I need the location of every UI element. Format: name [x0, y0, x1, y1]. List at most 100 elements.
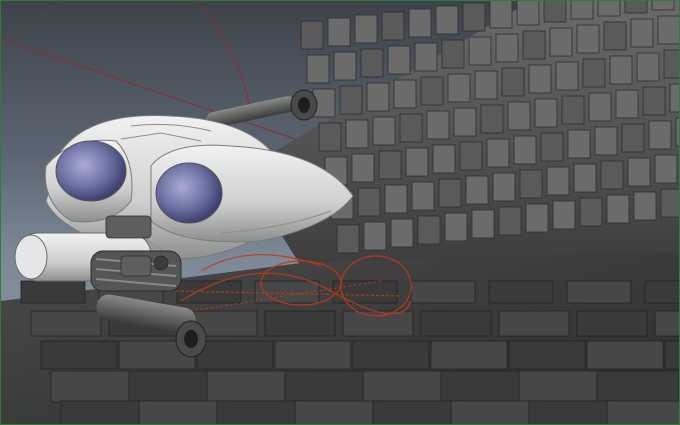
floor-panel [264, 310, 336, 337]
floor-panel [206, 370, 290, 403]
floor-panel [488, 280, 554, 304]
wall-panel [657, 15, 679, 45]
floor-panel [596, 370, 679, 403]
wall-panel [387, 45, 411, 75]
floor-panel [644, 280, 679, 304]
wall-panel [651, 1, 675, 11]
wall-panel [516, 1, 540, 26]
wall-panel [435, 5, 459, 35]
wall-panel [582, 58, 606, 88]
3d-viewport[interactable] [0, 0, 680, 425]
wall-panel [468, 36, 492, 66]
wall-panel [339, 85, 363, 115]
wall-panel [675, 117, 679, 147]
wall-panel [306, 54, 330, 84]
wall-panel [384, 184, 408, 214]
wall-panel [570, 1, 594, 20]
wall-panel [534, 98, 558, 128]
floor-panel [362, 370, 446, 403]
wall-panel [405, 147, 429, 177]
floor-panel [20, 280, 86, 304]
wall-panel [621, 123, 645, 153]
floor-panel [372, 400, 462, 424]
right-dome [155, 162, 223, 224]
wall-panel [447, 73, 471, 103]
wall-panel [363, 221, 387, 251]
wall-panel [480, 104, 504, 134]
wall-panel [513, 135, 537, 165]
wall-panel [354, 14, 378, 44]
wall-panel [669, 83, 679, 113]
floor-panel [284, 370, 368, 403]
floor-panel [576, 310, 648, 337]
floor-panel [518, 370, 602, 403]
wall-panel [459, 141, 483, 171]
floor-panel [40, 340, 118, 370]
wall-panel [495, 33, 519, 63]
wall-panel [411, 181, 435, 211]
floor-panel [498, 310, 570, 337]
floor-panel [586, 340, 664, 370]
wall-panel [462, 2, 486, 32]
wall-panel [501, 67, 525, 97]
wall-panel [609, 55, 633, 85]
wall-panel [606, 194, 630, 224]
floor-panel [30, 310, 102, 337]
wall-panel [600, 160, 624, 190]
wall-panel [492, 172, 516, 202]
wall-panel [522, 30, 546, 60]
wall-panel [327, 17, 351, 47]
wall-panel [381, 11, 405, 41]
wall-panel [372, 116, 396, 146]
left-dome [55, 140, 127, 202]
wall-panel [366, 82, 390, 112]
floor-panel [342, 310, 414, 337]
floor-panel [60, 400, 150, 424]
wall-panel [498, 206, 522, 236]
wall-panel [345, 119, 369, 149]
wall-panel [420, 76, 444, 106]
wall-panel [633, 191, 657, 221]
wall-panel [471, 209, 495, 239]
floor-panel [352, 340, 430, 370]
wall-panel [393, 79, 417, 109]
wall-panel [444, 212, 468, 242]
wall-panel [648, 120, 672, 150]
floor-panel [410, 280, 476, 304]
floor-panel [440, 370, 524, 403]
wall-panel [507, 101, 531, 131]
wall-panel [630, 18, 654, 48]
wall-panel [624, 1, 648, 14]
wall-panel [525, 203, 549, 233]
wall-panel [441, 39, 465, 69]
floor-panel [196, 340, 274, 370]
wall-panel [546, 166, 570, 196]
wall-panel [414, 42, 438, 72]
wall-panel [561, 95, 585, 125]
wall-panel [489, 1, 513, 29]
wall-panel [474, 70, 498, 100]
floor-panel [654, 310, 679, 337]
wall-panel [408, 8, 432, 38]
floor-panel [294, 400, 384, 424]
wall-panel [357, 187, 381, 217]
wall-panel [432, 144, 456, 174]
floor-panel [216, 400, 306, 424]
floor-panel [508, 340, 586, 370]
wall-panel [438, 178, 462, 208]
wall-panel [615, 89, 639, 119]
wall-panel [399, 113, 423, 143]
floor-panel [606, 400, 679, 424]
floor-panel [138, 400, 228, 424]
wall-panel [519, 169, 543, 199]
viewport-canvas[interactable] [1, 1, 679, 424]
wall-panel [540, 132, 564, 162]
wall-panel [465, 175, 489, 205]
wall-panel [594, 126, 618, 156]
wall-panel [588, 92, 612, 122]
wall-panel [552, 200, 576, 230]
wall-panel [453, 107, 477, 137]
wall-panel [636, 52, 660, 82]
floor-panel [450, 400, 540, 424]
wall-panel [549, 27, 573, 57]
